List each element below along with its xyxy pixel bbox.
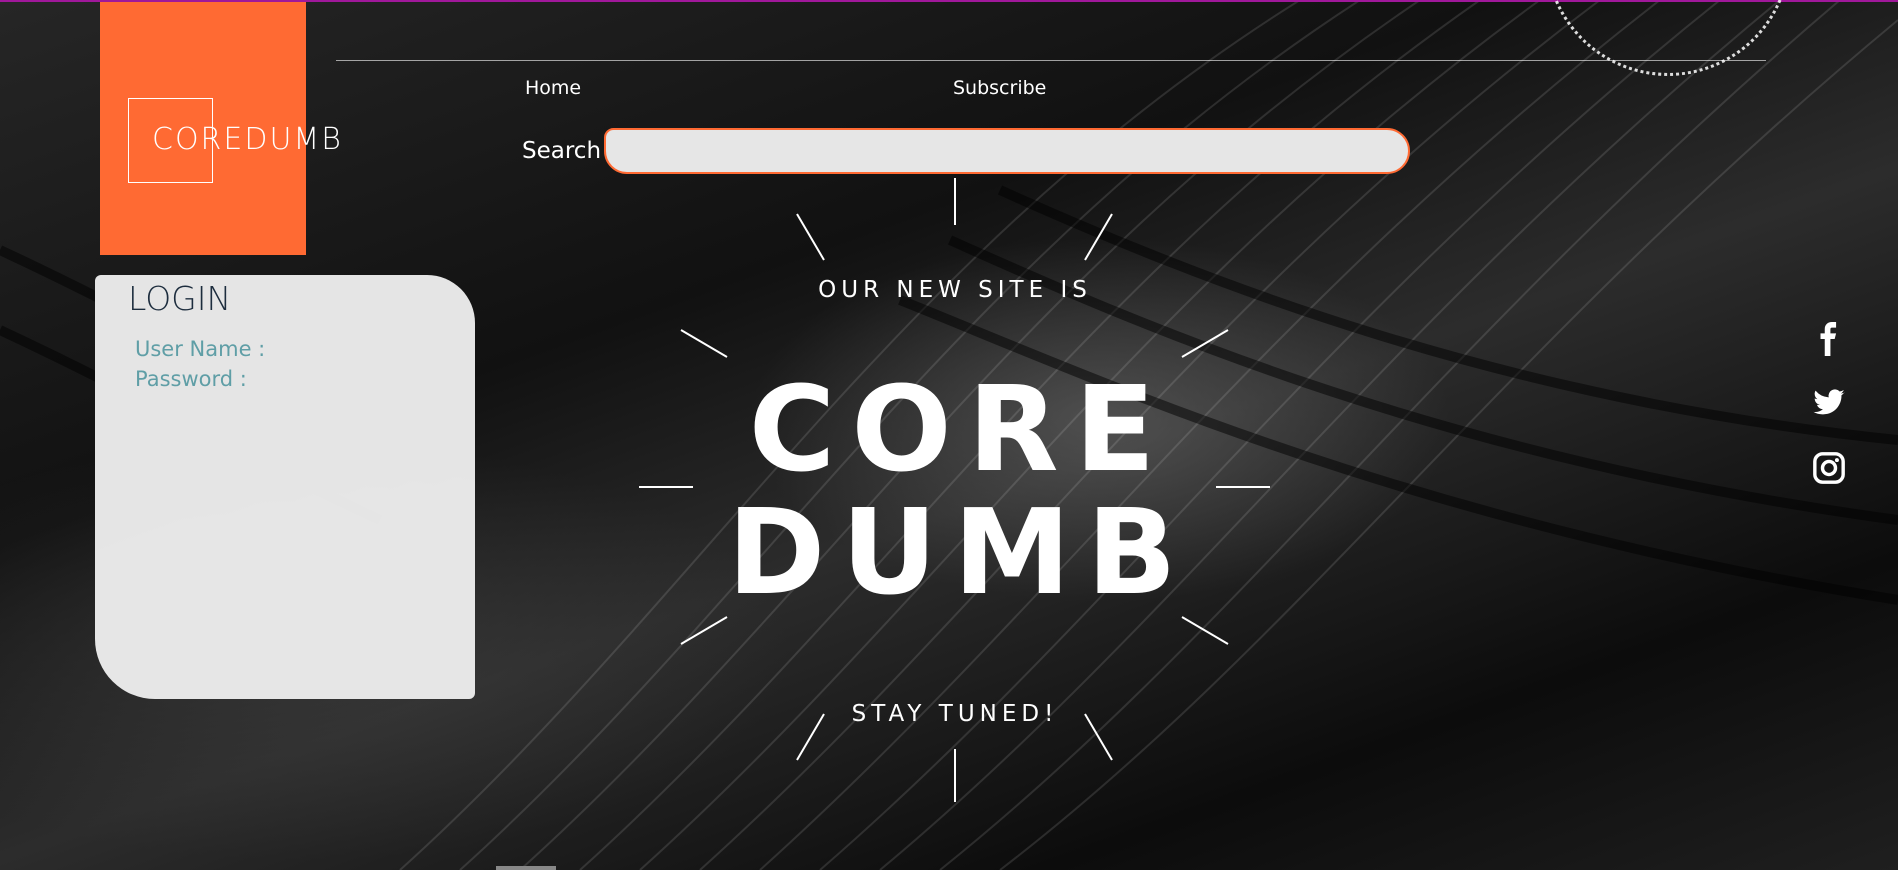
facebook-icon[interactable]	[1812, 322, 1846, 356]
hero-title-line2: DUMB	[727, 483, 1193, 621]
hero-title-line1: CORE	[748, 360, 1172, 498]
hero-kicker: OUR NEW SITE IS	[818, 277, 1092, 303]
hero-tagline: STAY TUNED!	[851, 701, 1059, 727]
bottom-scroll-indicator	[496, 866, 556, 870]
twitter-icon[interactable]	[1812, 386, 1846, 420]
instagram-icon[interactable]	[1812, 451, 1846, 485]
